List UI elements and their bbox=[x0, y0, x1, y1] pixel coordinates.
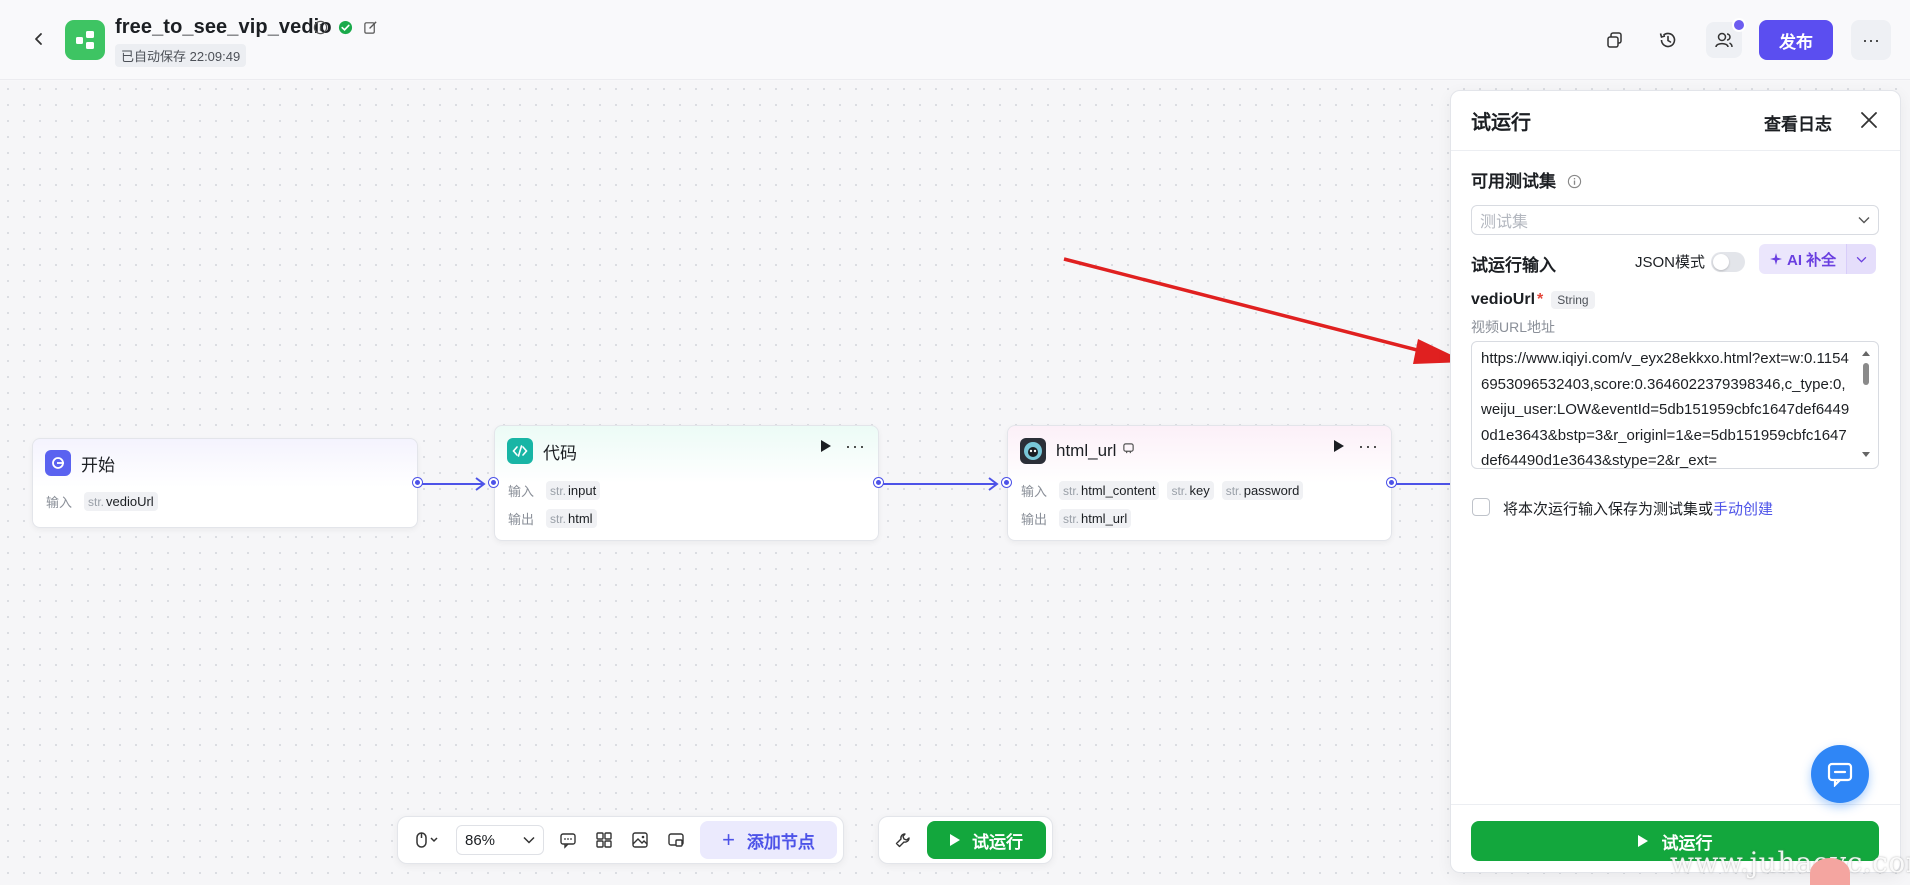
run-node-icon[interactable] bbox=[821, 440, 832, 452]
param-tag: str. vedioUrl bbox=[84, 491, 158, 511]
html-url-node-title: html_url bbox=[1056, 441, 1117, 460]
wrench-icon[interactable] bbox=[885, 822, 921, 858]
param-tag: str. password bbox=[1221, 480, 1304, 500]
testset-placeholder: 测试集 bbox=[1480, 214, 1529, 231]
ai-complete-button[interactable]: AI 补全 bbox=[1759, 244, 1877, 274]
mouse-mode-icon[interactable] bbox=[404, 822, 450, 858]
start-node-title: 开始 bbox=[81, 455, 115, 475]
vedio-url-input[interactable]: https://www.iqiyi.com/v_eyx28ekkxo.html?… bbox=[1471, 341, 1879, 469]
autosave-status: 已自动保存 22:09:49 bbox=[115, 44, 247, 67]
node-more-icon[interactable]: ··· bbox=[1358, 437, 1379, 455]
panel-title: 试运行 bbox=[1471, 112, 1531, 134]
plugin-badge-icon bbox=[1122, 442, 1135, 460]
input-port[interactable] bbox=[1002, 478, 1011, 487]
more-options-icon[interactable]: ··· bbox=[1851, 20, 1891, 60]
input-label: 输入 bbox=[1021, 483, 1048, 499]
json-mode-toggle[interactable] bbox=[1711, 251, 1746, 272]
test-run-button[interactable]: 试运行 bbox=[927, 821, 1046, 859]
sparkle-icon bbox=[1770, 253, 1782, 265]
auto-layout-icon[interactable] bbox=[586, 822, 622, 858]
output-label: 输出 bbox=[508, 511, 535, 527]
run-node-icon[interactable] bbox=[1334, 440, 1345, 452]
zoom-value: 86% bbox=[465, 831, 496, 849]
field-name: vedioUrl * String bbox=[1471, 291, 1595, 309]
collaborators-icon[interactable] bbox=[1706, 18, 1746, 58]
param-tag: str. input bbox=[546, 480, 601, 500]
title-icons bbox=[312, 19, 379, 36]
json-mode-control: JSON模式 bbox=[1635, 251, 1746, 272]
code-node[interactable]: 代码 ··· 输入 str. input 输出 str. html bbox=[489, 425, 883, 541]
watermark-text: www.juhaoyc.com bbox=[1670, 846, 1910, 879]
code-node-title: 代码 bbox=[543, 443, 577, 463]
comment-icon[interactable] bbox=[550, 822, 586, 858]
edit-icon[interactable] bbox=[362, 19, 379, 36]
plus-icon: + bbox=[722, 827, 735, 852]
canvas-toolbar: 86% + 添加节点 bbox=[397, 816, 844, 864]
view-logs-link[interactable]: 查看日志 bbox=[1764, 110, 1832, 135]
ai-dropdown-chevron-icon[interactable] bbox=[1846, 244, 1877, 274]
chevron-down-icon bbox=[523, 836, 535, 844]
input-port[interactable] bbox=[489, 478, 498, 487]
close-icon[interactable] bbox=[1858, 109, 1882, 133]
input-label: 输入 bbox=[46, 494, 73, 510]
input-label: 输入 bbox=[508, 483, 535, 499]
save-as-testset-text: 将本次运行输入保存为测试集或手动创建 bbox=[1503, 501, 1774, 518]
field-description: 视频URL地址 bbox=[1471, 319, 1556, 335]
test-run-label: 试运行 bbox=[972, 832, 1023, 852]
publish-button[interactable]: 发布 bbox=[1759, 20, 1833, 60]
node-more-icon[interactable]: ··· bbox=[845, 437, 866, 455]
back-chevron-icon[interactable] bbox=[26, 26, 52, 52]
check-verified-icon bbox=[337, 19, 354, 36]
testset-label: 可用测试集 bbox=[1471, 167, 1582, 192]
add-node-button[interactable]: + 添加节点 bbox=[700, 821, 837, 859]
workflow-title: free_to_see_vip_vedio bbox=[115, 16, 332, 38]
top-header: free_to_see_vip_vedio 已自动保存 22:09:49 发布 … bbox=[0, 0, 1910, 80]
panel-divider bbox=[1451, 804, 1900, 805]
mascot-icon bbox=[1810, 858, 1850, 885]
json-mode-label: JSON模式 bbox=[1635, 254, 1706, 271]
required-marker: * bbox=[1537, 291, 1544, 308]
save-as-testset-checkbox[interactable] bbox=[1472, 498, 1490, 516]
chat-support-icon[interactable] bbox=[1811, 745, 1869, 803]
param-tag: str. key bbox=[1167, 480, 1214, 500]
output-label: 输出 bbox=[1021, 511, 1048, 527]
plugin-avatar-icon bbox=[1020, 438, 1046, 464]
zoom-select[interactable]: 86% bbox=[456, 825, 544, 855]
manual-create-link[interactable]: 手动创建 bbox=[1713, 501, 1773, 518]
param-tag: str. html_content bbox=[1059, 480, 1160, 500]
play-icon bbox=[1637, 835, 1648, 847]
copy-icon[interactable] bbox=[1597, 22, 1633, 58]
start-icon bbox=[45, 450, 71, 476]
output-port[interactable] bbox=[874, 478, 883, 487]
type-badge: String bbox=[1551, 291, 1595, 309]
workflow-logo-icon bbox=[65, 20, 105, 60]
run-input-label: 试运行输入 bbox=[1471, 256, 1556, 275]
testset-select[interactable]: 测试集 bbox=[1471, 205, 1879, 235]
ai-complete-label: AI 补全 bbox=[1787, 251, 1837, 269]
textarea-scrollbar[interactable] bbox=[1859, 349, 1873, 459]
add-node-label: 添加节点 bbox=[746, 832, 815, 852]
run-toolbar: 试运行 bbox=[878, 816, 1053, 864]
minimap-icon[interactable] bbox=[658, 822, 694, 858]
param-tag: str. html bbox=[546, 508, 597, 528]
html-url-node[interactable]: html_url ··· 输入 str. html_content str. key… bbox=[1002, 425, 1396, 541]
start-node[interactable]: 开始 输入 str. vedioUrl bbox=[32, 438, 422, 528]
code-icon bbox=[507, 438, 533, 464]
info-icon[interactable] bbox=[1567, 174, 1582, 189]
output-port[interactable] bbox=[1387, 478, 1396, 487]
image-icon[interactable] bbox=[622, 822, 658, 858]
output-port[interactable] bbox=[413, 478, 422, 487]
history-icon[interactable] bbox=[1650, 22, 1686, 58]
param-tag: str. html_url bbox=[1059, 508, 1132, 528]
chevron-down-icon bbox=[1858, 217, 1870, 224]
premium-badge-icon bbox=[1732, 18, 1746, 32]
play-icon bbox=[950, 834, 960, 846]
info-icon[interactable] bbox=[312, 19, 329, 36]
